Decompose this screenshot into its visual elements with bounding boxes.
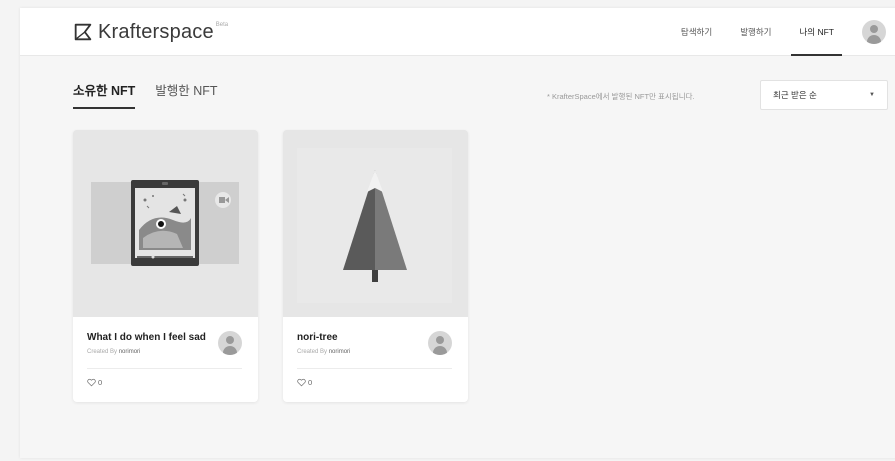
- beta-badge: Beta: [215, 22, 229, 28]
- creator-avatar[interactable]: [218, 331, 242, 355]
- avatar-body: [867, 35, 881, 44]
- nav-explore[interactable]: 탐색하기: [681, 8, 712, 56]
- nft-image: [73, 130, 258, 317]
- creator-name[interactable]: norimori: [329, 349, 351, 355]
- divider: [297, 368, 452, 369]
- nft-tabs: 소유한 NFT 발행한 NFT: [73, 80, 238, 109]
- nav-my-nft[interactable]: 나의 NFT: [791, 8, 842, 56]
- sort-dropdown[interactable]: 최근 받은 순 ▼: [760, 80, 888, 110]
- tab-owned-nft[interactable]: 소유한 NFT: [73, 80, 136, 109]
- tab-minted-nft[interactable]: 발행한 NFT: [155, 80, 217, 109]
- heart-icon: [297, 378, 306, 387]
- like-button[interactable]: 0: [297, 378, 312, 387]
- divider: [87, 368, 242, 369]
- nft-creator-line: Created By norimori: [297, 349, 350, 355]
- avatar-head: [226, 336, 234, 344]
- logo[interactable]: Krafterspace Beta: [72, 18, 228, 46]
- nft-title: What I do when I feel sad: [87, 332, 206, 343]
- created-by-label: Created By: [87, 349, 119, 355]
- logo-icon: [74, 23, 92, 41]
- chevron-down-icon: ▼: [869, 92, 875, 98]
- user-avatar[interactable]: [862, 20, 886, 44]
- nft-image: [283, 130, 468, 317]
- sort-selected-value: 최근 받은 순: [773, 90, 817, 100]
- heart-icon: [87, 378, 96, 387]
- nft-card[interactable]: nori-tree Created By norimori 0: [283, 130, 468, 402]
- like-button[interactable]: 0: [87, 378, 102, 387]
- creator-name[interactable]: norimori: [119, 349, 141, 355]
- creator-avatar[interactable]: [428, 331, 452, 355]
- tree-illustration: [283, 130, 468, 317]
- created-by-label: Created By: [297, 349, 329, 355]
- like-count: 0: [308, 378, 313, 387]
- avatar-head: [436, 336, 444, 344]
- nft-title: nori-tree: [297, 332, 338, 343]
- avatar-head: [870, 25, 878, 33]
- info-note: * KrafterSpace에서 발행된 NFT만 표시됩니다.: [547, 92, 695, 101]
- nav-mint[interactable]: 발행하기: [740, 8, 771, 56]
- like-count: 0: [98, 378, 103, 387]
- nft-card[interactable]: What I do when I feel sad Created By nor…: [73, 130, 258, 402]
- top-nav: 탐색하기 발행하기 나의 NFT: [681, 8, 895, 56]
- header: Krafterspace Beta 탐색하기 발행하기 나의 NFT: [20, 8, 895, 56]
- avatar-body: [223, 346, 237, 355]
- logo-text: Krafterspace: [98, 20, 214, 43]
- app-frame: Krafterspace Beta 탐색하기 발행하기 나의 NFT 소유한 N…: [20, 8, 895, 458]
- nft-creator-line: Created By norimori: [87, 349, 140, 355]
- phone-illustration: [73, 130, 258, 317]
- avatar-body: [433, 346, 447, 355]
